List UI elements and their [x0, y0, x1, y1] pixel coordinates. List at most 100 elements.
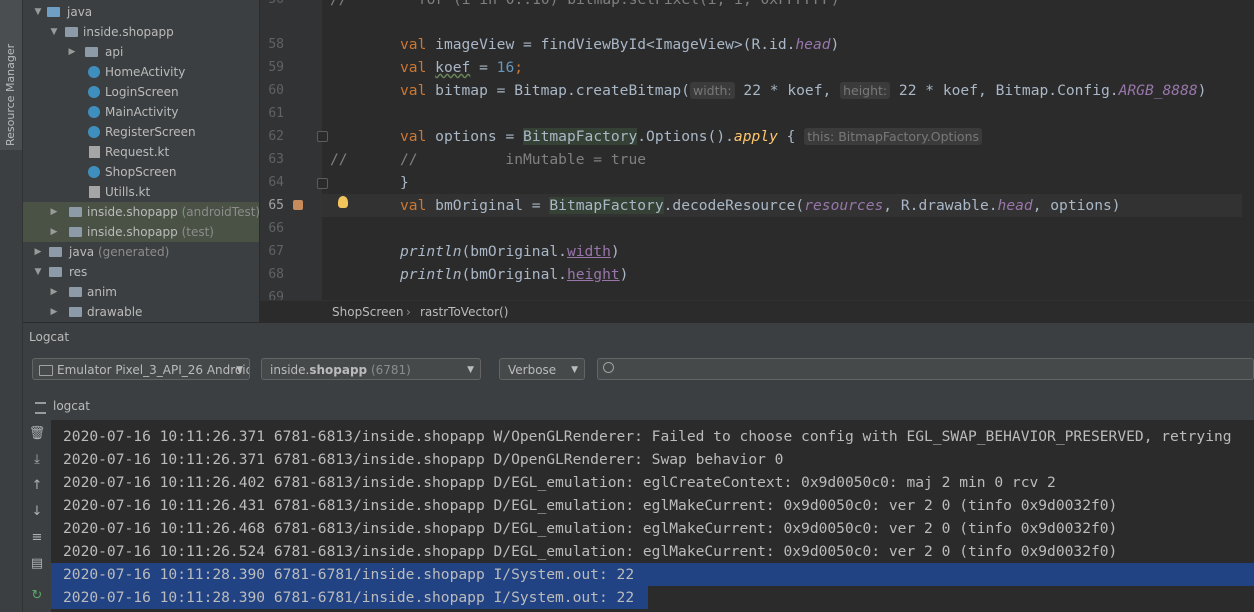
tree-item-drawable[interactable]: ▶ drawable	[23, 302, 259, 322]
tab-logcat[interactable]: logcat	[33, 392, 90, 420]
collapsed-arrow-icon[interactable]: ▶	[49, 282, 59, 302]
scroll-to-end-icon[interactable]: ⤓	[27, 450, 47, 470]
parameter-hint: width:	[689, 82, 735, 99]
down-arrow-icon[interactable]: ↓	[27, 502, 47, 522]
editor-scrollbar[interactable]	[1242, 0, 1254, 300]
kotlin-file-icon	[89, 186, 100, 198]
device-icon	[39, 365, 53, 376]
process-dropdown[interactable]: inside.shopapp (6781) ▼	[261, 358, 481, 380]
collapsed-arrow-icon[interactable]: ▶	[49, 202, 59, 222]
tree-item-suffix: (generated)	[97, 245, 170, 259]
expanded-arrow-icon[interactable]: ▼	[49, 22, 59, 42]
resource-manager-tab[interactable]: Resource Manager	[0, 0, 22, 150]
trash-icon[interactable]: 🗑	[27, 424, 47, 444]
log-level-dropdown[interactable]: Verbose ▼	[499, 358, 585, 380]
line-number: 68	[268, 267, 284, 282]
tree-item-registerscreen[interactable]: RegisterScreen	[23, 122, 259, 142]
logcat-title-bar: Logcat	[23, 322, 1254, 351]
fold-toggle-icon[interactable]	[317, 178, 328, 189]
tree-item-label: anim	[87, 285, 117, 299]
tree-item-utills[interactable]: Utills.kt	[23, 182, 259, 202]
tree-item-label: res	[69, 265, 88, 279]
tree-item-label: drawable	[87, 305, 143, 319]
device-dropdown[interactable]: Emulator Pixel_3_API_26 Android ▼	[32, 358, 250, 380]
kotlin-class-icon	[88, 86, 100, 98]
folder-icon	[69, 287, 82, 297]
code-line-60: val bitmap = Bitmap.createBitmap(width: …	[400, 82, 1207, 99]
log-line-selected: 2020-07-16 10:11:28.390 6781-6781/inside…	[51, 586, 648, 609]
log-line: 2020-07-16 10:11:26.524 6781-6813/inside…	[63, 543, 1118, 560]
tree-item-label: RegisterScreen	[105, 125, 196, 139]
tree-item-label: ShopScreen	[105, 165, 177, 179]
tree-item-suffix: (androidTest)	[181, 205, 259, 219]
tree-item-shopscreen[interactable]: ShopScreen	[23, 162, 259, 182]
collapsed-arrow-icon[interactable]: ▶	[67, 42, 77, 62]
expanded-arrow-icon[interactable]: ▼	[33, 262, 43, 282]
tool-window-strip: Resource Manager	[0, 0, 23, 612]
folder-icon	[49, 247, 62, 257]
package-icon	[65, 27, 78, 37]
breadcrumb-class[interactable]: ShopScreen	[332, 301, 403, 323]
line-number: 63	[268, 152, 284, 167]
tree-item-anim[interactable]: ▶ anim	[23, 282, 259, 302]
code-line-65-current: val bmOriginal = BitmapFactory.decodeRes…	[322, 194, 1254, 217]
soft-wrap-icon[interactable]: ≡	[27, 528, 47, 548]
tree-item-label: java (generated)	[69, 245, 170, 259]
code-line-58: val imageView = findViewById<ImageView>(…	[400, 36, 840, 53]
tree-item-java-generated[interactable]: ▶ java (generated)	[23, 242, 259, 262]
collapsed-arrow-icon[interactable]: ▶	[33, 242, 43, 262]
fold-toggle-icon[interactable]	[317, 131, 328, 142]
tree-item-label: MainActivity	[105, 105, 179, 119]
logcat-output[interactable]: 2020-07-16 10:11:26.371 6781-6813/inside…	[51, 420, 1254, 612]
tree-item-res[interactable]: ▼ res	[23, 262, 259, 282]
breadcrumb-method[interactable]: rastrToVector()	[420, 301, 508, 323]
line-number: 66	[268, 221, 284, 236]
line-number: 58	[268, 37, 284, 52]
search-icon	[603, 362, 614, 373]
editor-gutter: 56 58 59 60 61 62 63 64 65 66 67 68 69 /…	[260, 0, 348, 300]
logcat-title: Logcat	[29, 330, 70, 344]
resource-manager-label: Resource Manager	[4, 43, 17, 146]
tree-item-request[interactable]: Request.kt	[23, 142, 259, 162]
code-line-63: // inMutable = true	[400, 151, 647, 168]
source-folder-icon	[47, 7, 60, 17]
log-line: 2020-07-16 10:11:26.468 6781-6813/inside…	[63, 520, 1118, 537]
collapsed-arrow-icon[interactable]: ▶	[49, 302, 59, 322]
folder-icon	[69, 307, 82, 317]
logcat-search-input[interactable]	[597, 358, 1254, 380]
collapsed-arrow-icon[interactable]: ▶	[49, 222, 59, 242]
print-icon[interactable]: ▤	[27, 554, 47, 574]
bookmark-icon[interactable]	[293, 200, 303, 210]
tree-item-label: HomeActivity	[105, 65, 186, 79]
up-arrow-icon[interactable]: ↑	[27, 476, 47, 496]
log-line: 2020-07-16 10:11:26.402 6781-6813/inside…	[63, 474, 1056, 491]
tree-item-package[interactable]: ▼ inside.shopapp	[23, 22, 259, 42]
package-icon	[85, 47, 98, 57]
tree-item-package-test[interactable]: ▶ inside.shopapp (test)	[23, 222, 259, 242]
tree-item-java[interactable]: ▼ java	[23, 2, 259, 22]
tree-item-loginscreen[interactable]: LoginScreen	[23, 82, 259, 102]
line-number-current: 65	[268, 198, 284, 213]
tree-item-mainactivity[interactable]: MainActivity	[23, 102, 259, 122]
line-number: 67	[268, 244, 284, 259]
log-line: 2020-07-16 10:11:26.371 6781-6813/inside…	[63, 451, 784, 468]
line-number: 62	[268, 129, 284, 144]
code-line-62: val options = BitmapFactory.Options().ap…	[400, 125, 983, 148]
chevron-down-icon: ▼	[236, 365, 243, 375]
tree-item-package-androidtest[interactable]: ▶ inside.shopapp (androidTest)	[23, 202, 259, 222]
logcat-filter-bar: Emulator Pixel_3_API_26 Android ▼ inside…	[23, 350, 1254, 392]
process-label: inside.shopapp (6781)	[270, 363, 411, 377]
tree-item-api[interactable]: ▶ api	[23, 42, 259, 62]
project-tree: ▼ java ▼ inside.shopapp ▶ api HomeActivi…	[23, 0, 259, 322]
restart-icon[interactable]: ↻	[27, 586, 47, 606]
code-line-64: }	[400, 174, 409, 191]
line-number: 56	[260, 0, 284, 11]
lightbulb-icon[interactable]	[338, 196, 348, 208]
tree-item-label: inside.shopapp	[83, 25, 174, 39]
code-editor[interactable]: 56 58 59 60 61 62 63 64 65 66 67 68 69 /…	[260, 0, 1254, 300]
line-number: 64	[268, 175, 284, 190]
tree-item-homeactivity[interactable]: HomeActivity	[23, 62, 259, 82]
tree-item-label: java	[67, 5, 93, 19]
logcat-tab-bar: logcat	[23, 392, 1254, 421]
expanded-arrow-icon[interactable]: ▼	[33, 2, 43, 22]
